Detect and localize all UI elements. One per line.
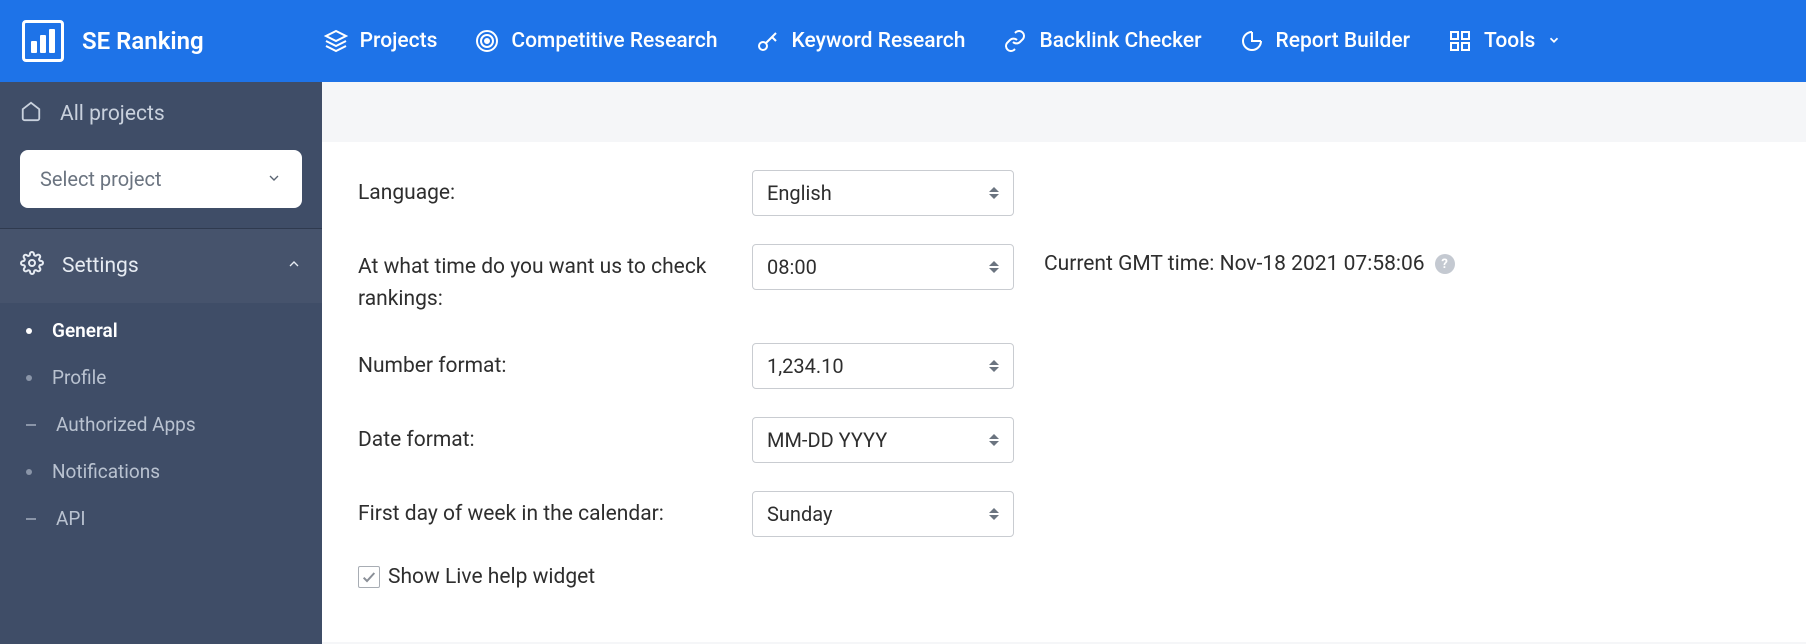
- language-select[interactable]: English: [752, 170, 1014, 216]
- gear-icon: [20, 251, 44, 281]
- gmt-time-text: Current GMT time: Nov-18 2021 07:58:06 ?: [1044, 244, 1455, 276]
- top-nav: Projects Competitive Research Keyword Re…: [324, 29, 1562, 53]
- nav-label: Backlink Checker: [1039, 29, 1201, 53]
- show-live-help-row: Show Live help widget: [358, 565, 1770, 589]
- top-header: SE Ranking Projects Competitive Research…: [0, 0, 1806, 82]
- select-project-placeholder: Select project: [40, 167, 162, 191]
- nav-label: Tools: [1484, 29, 1535, 53]
- select-arrows-icon: [989, 360, 999, 372]
- sidebar-all-projects[interactable]: All projects: [20, 100, 302, 128]
- logo-icon: [22, 20, 64, 62]
- submenu-label: API: [56, 507, 86, 530]
- pie-chart-icon: [1240, 29, 1264, 53]
- settings-label: Settings: [62, 254, 139, 278]
- chevron-down-icon: [1547, 29, 1561, 53]
- first-day-label: First day of week in the calendar:: [358, 491, 752, 531]
- sidebar: All projects Select project Settings: [0, 82, 322, 644]
- language-value: English: [767, 181, 832, 205]
- select-arrows-icon: [989, 434, 999, 446]
- check-time-select[interactable]: 08:00: [752, 244, 1014, 290]
- chevron-up-icon: [286, 254, 302, 278]
- date-format-select[interactable]: MM-DD YYYY: [752, 417, 1014, 463]
- language-label: Language:: [358, 170, 752, 210]
- submenu-label: General: [52, 319, 118, 342]
- submenu-label: Notifications: [52, 460, 160, 483]
- select-arrows-icon: [989, 261, 999, 273]
- nav-keyword-research[interactable]: Keyword Research: [756, 29, 966, 53]
- nav-label: Projects: [360, 29, 438, 53]
- nav-report-builder[interactable]: Report Builder: [1240, 29, 1410, 53]
- submenu-label: Authorized Apps: [56, 413, 196, 436]
- target-icon: [475, 29, 499, 53]
- nav-projects[interactable]: Projects: [324, 29, 438, 53]
- submenu-label: Profile: [52, 366, 106, 389]
- show-live-help-checkbox[interactable]: [358, 566, 380, 588]
- nav-label: Keyword Research: [792, 29, 966, 53]
- logo[interactable]: SE Ranking: [22, 20, 204, 62]
- home-icon: [20, 100, 42, 128]
- all-projects-label: All projects: [60, 102, 165, 126]
- check-time-value: 08:00: [767, 255, 817, 279]
- select-project-dropdown[interactable]: Select project: [20, 150, 302, 208]
- select-arrows-icon: [989, 187, 999, 199]
- submenu-notifications[interactable]: Notifications: [0, 448, 322, 495]
- nav-competitive-research[interactable]: Competitive Research: [475, 29, 717, 53]
- number-format-select[interactable]: 1,234.10: [752, 343, 1014, 389]
- settings-submenu: General Profile Authorized Apps Notifica…: [0, 303, 322, 546]
- nav-label: Report Builder: [1276, 29, 1410, 53]
- submenu-general[interactable]: General: [0, 307, 322, 354]
- first-day-select[interactable]: Sunday: [752, 491, 1014, 537]
- dash-icon: [26, 424, 36, 426]
- chevron-down-icon: [266, 167, 282, 191]
- layers-icon: [324, 29, 348, 53]
- grid-icon: [1448, 29, 1472, 53]
- dash-icon: [26, 518, 36, 520]
- link-icon: [1003, 29, 1027, 53]
- number-format-value: 1,234.10: [767, 354, 844, 378]
- key-icon: [756, 29, 780, 53]
- sidebar-settings[interactable]: Settings: [0, 229, 322, 303]
- bullet-icon: [26, 328, 32, 334]
- help-icon[interactable]: ?: [1435, 254, 1455, 274]
- gmt-label: Current GMT time: Nov-18 2021 07:58:06: [1044, 252, 1425, 276]
- nav-tools[interactable]: Tools: [1448, 29, 1561, 53]
- bullet-icon: [26, 375, 32, 381]
- select-arrows-icon: [989, 508, 999, 520]
- number-format-label: Number format:: [358, 343, 752, 383]
- check-time-label: At what time do you want us to check ran…: [358, 244, 752, 315]
- submenu-profile[interactable]: Profile: [0, 354, 322, 401]
- date-format-label: Date format:: [358, 417, 752, 457]
- submenu-authorized-apps[interactable]: Authorized Apps: [0, 401, 322, 448]
- nav-backlink-checker[interactable]: Backlink Checker: [1003, 29, 1201, 53]
- nav-label: Competitive Research: [511, 29, 717, 53]
- brand-name: SE Ranking: [82, 27, 204, 55]
- settings-form: Language: English At what time do you wa…: [322, 142, 1806, 642]
- bullet-icon: [26, 469, 32, 475]
- submenu-api[interactable]: API: [0, 495, 322, 542]
- first-day-value: Sunday: [767, 502, 832, 526]
- date-format-value: MM-DD YYYY: [767, 428, 887, 452]
- main-content: Language: English At what time do you wa…: [322, 82, 1806, 644]
- show-live-help-label: Show Live help widget: [388, 565, 595, 589]
